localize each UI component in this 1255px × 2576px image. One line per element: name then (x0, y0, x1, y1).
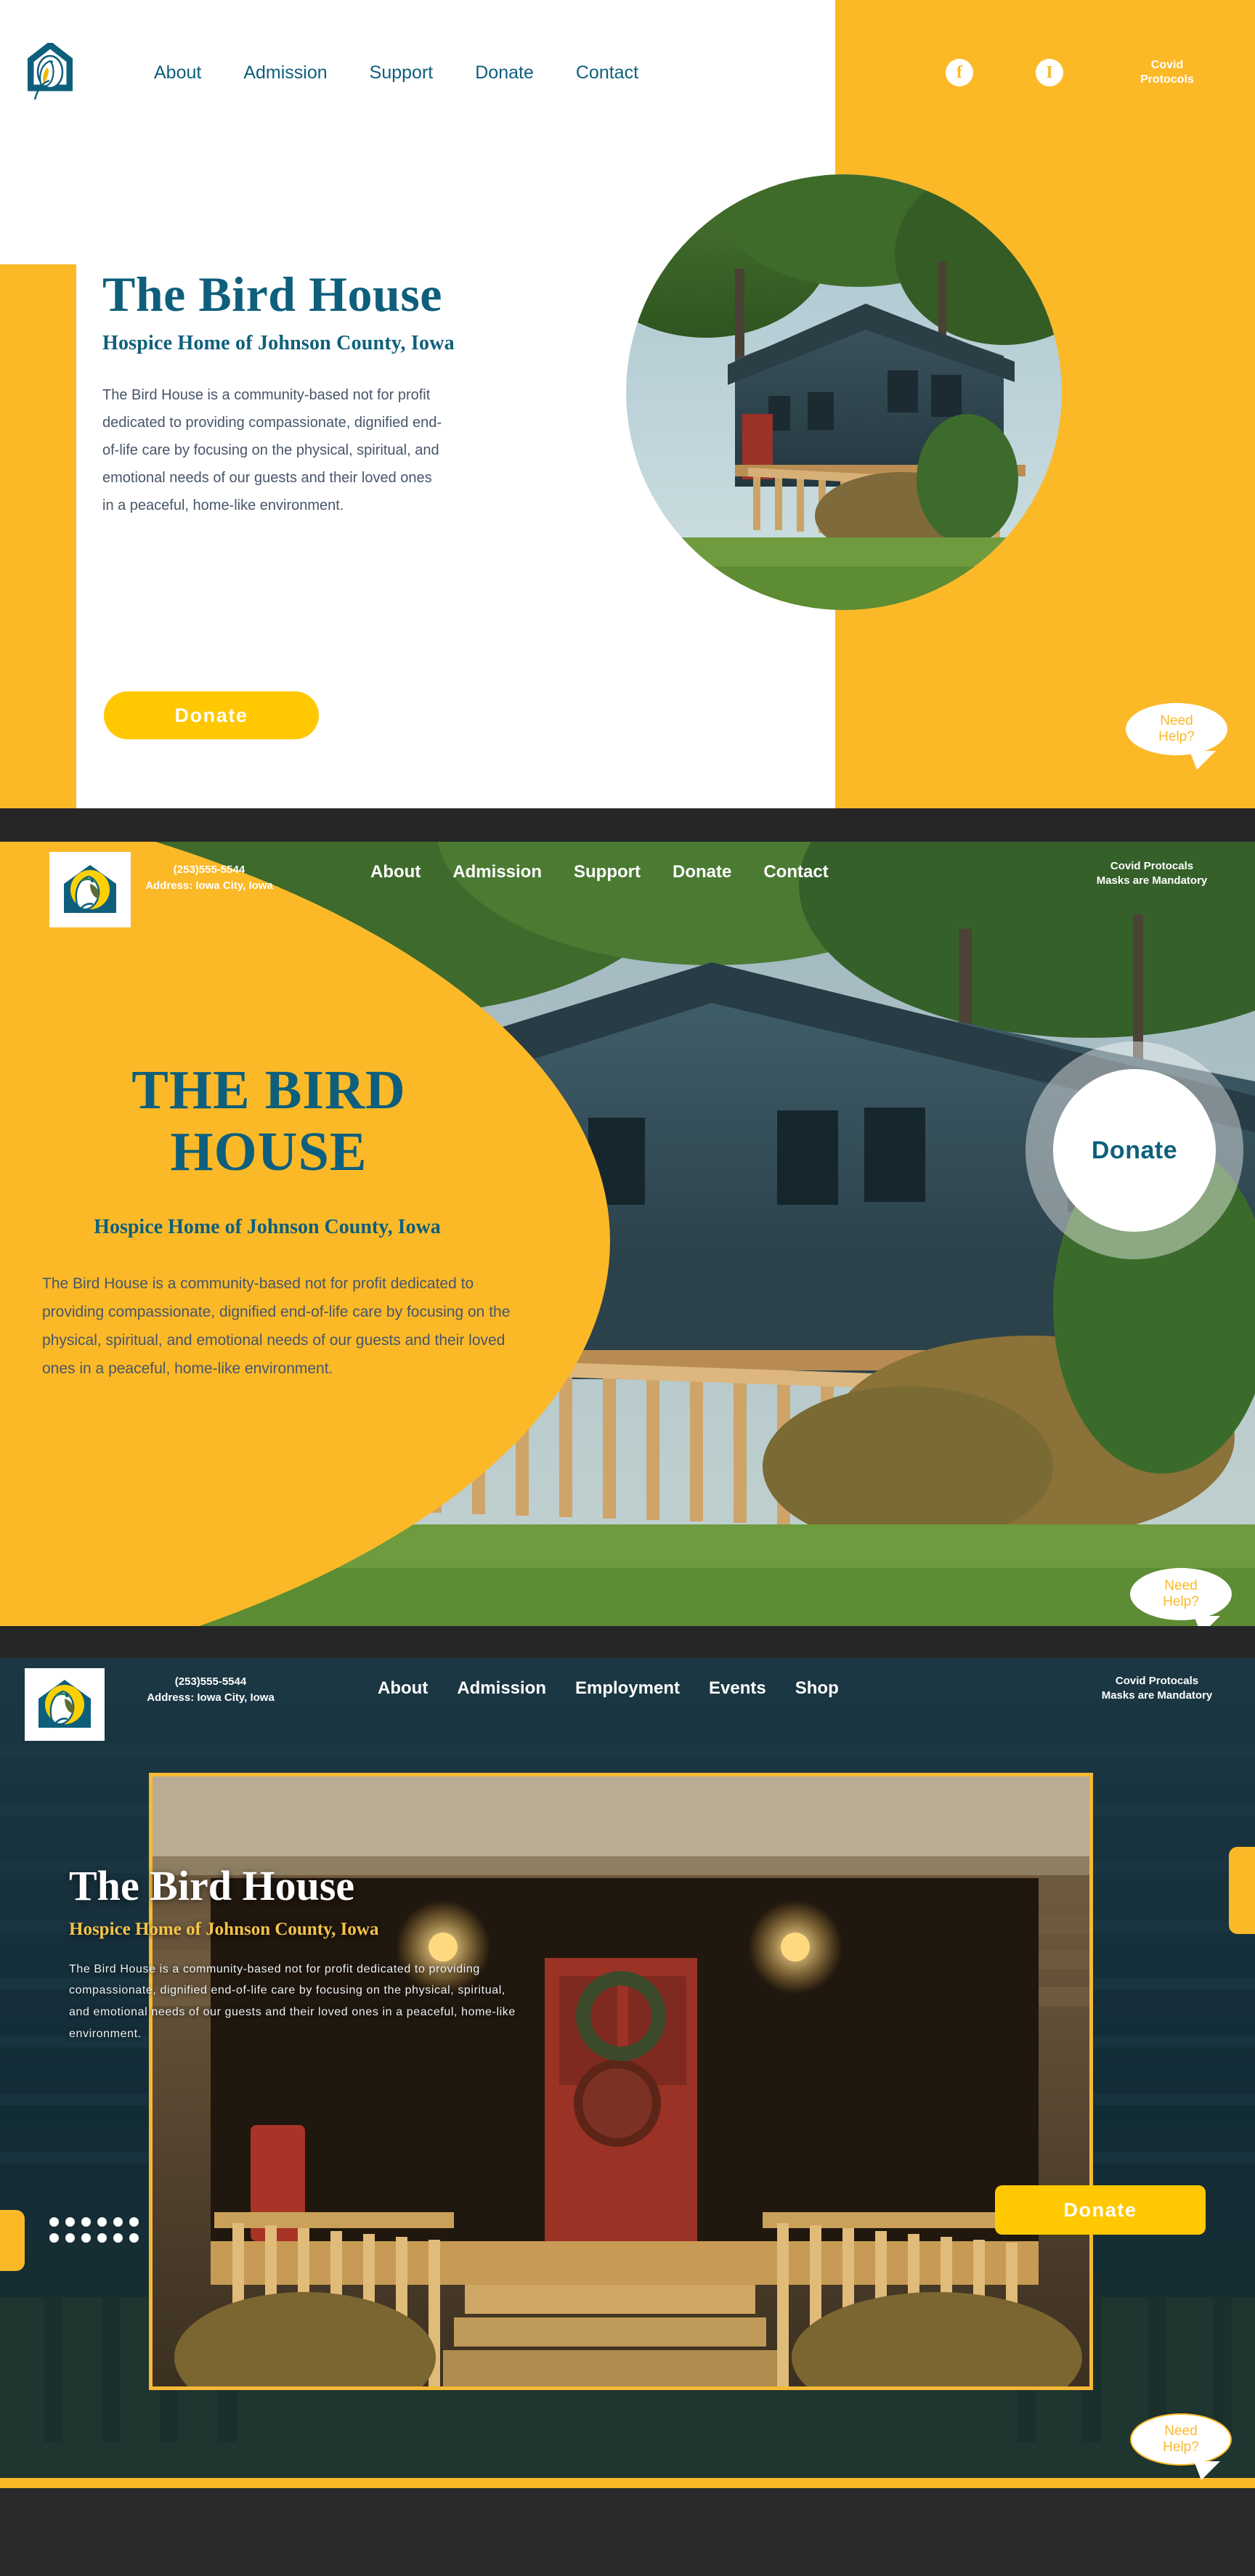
carousel-dot[interactable] (97, 2217, 107, 2227)
logo-birdhouse-icon[interactable] (27, 41, 73, 102)
need-help-widget[interactable]: Need Help? (1126, 703, 1227, 770)
covid-line-2: Masks are Mandatory (1096, 874, 1208, 887)
page-title: THE BIRD HOUSE (29, 1060, 508, 1183)
nav-item-admission[interactable]: Admission (243, 62, 327, 84)
need-help-bubble-tail (1190, 751, 1216, 770)
hero-paragraph: The Bird House is a community-based not … (69, 1962, 516, 2040)
carousel-dots[interactable] (49, 2217, 145, 2249)
nav-item-contact[interactable]: Contact (576, 62, 638, 84)
carousel-dot[interactable] (97, 2233, 107, 2243)
hero-paragraph: The Bird House is a community-based not … (42, 1275, 511, 1377)
nav-item-about[interactable]: About (370, 862, 421, 882)
left-edge-tab[interactable] (0, 2210, 25, 2271)
design-variant-3: (253)555-5544 Address: Iowa City, Iowa A… (0, 1658, 1255, 2488)
page-title: The Bird House (69, 1862, 355, 1909)
contact-info: (253)555-5544 Address: Iowa City, Iowa (129, 862, 289, 894)
nav-item-admission[interactable]: Admission (452, 862, 542, 882)
need-help-line-2: Help? (1163, 2439, 1199, 2455)
nav-item-donate[interactable]: Donate (673, 862, 731, 882)
carousel-dot[interactable] (129, 2217, 139, 2227)
need-help-line-2: Help? (1163, 1594, 1199, 1609)
covid-line-2: Protocols (1140, 73, 1194, 86)
section-divider-1 (0, 808, 1255, 842)
donate-button[interactable]: Donate (104, 691, 319, 739)
nav-item-about[interactable]: About (154, 62, 201, 84)
carousel-dot[interactable] (113, 2217, 123, 2227)
donate-button[interactable]: Donate (995, 2185, 1206, 2235)
need-help-widget[interactable]: Need Help? (1130, 1568, 1232, 1626)
donate-button[interactable]: Donate (1053, 1069, 1216, 1232)
address-line: Address: Iowa City, Iowa (145, 879, 273, 892)
carousel-dot[interactable] (81, 2233, 91, 2243)
phone-number[interactable]: (253)555-5544 (129, 862, 289, 878)
need-help-bubble-tail (1194, 2461, 1220, 2480)
address-line: Address: Iowa City, Iowa (147, 1691, 275, 1704)
title-line-2: HOUSE (170, 1121, 367, 1183)
page-subtitle: Hospice Home of Johnson County, Iowa (69, 1919, 379, 1939)
covid-line-1: Covid Protocals (1110, 860, 1194, 872)
page-subtitle: Hospice Home of Johnson County, Iowa (102, 332, 455, 355)
variant1-navbar: About Admission Support Donate Contact (0, 0, 835, 145)
carousel-dot[interactable] (49, 2233, 59, 2243)
need-help-bubble-tail (1194, 1616, 1220, 1626)
nav-item-donate[interactable]: Donate (475, 62, 534, 84)
need-help-line-1: Need (1164, 1578, 1198, 1594)
need-help-line-1: Need (1164, 2423, 1198, 2439)
need-help-bubble[interactable]: Need Help? (1126, 703, 1227, 755)
nav-item-about[interactable]: About (378, 1678, 428, 1699)
carousel-dot[interactable] (65, 2217, 75, 2227)
variant1-social-bar: f I Covid Protocols (835, 0, 1255, 145)
facebook-icon[interactable]: f (946, 59, 973, 86)
right-edge-tab[interactable] (1229, 1847, 1255, 1934)
covid-line-1: Covid Protocals (1115, 1675, 1199, 1687)
hero-paragraph: The Bird House is a community-based not … (102, 387, 442, 514)
nav-item-support[interactable]: Support (574, 862, 641, 882)
contact-info: (253)555-5544 Address: Iowa City, Iowa (131, 1674, 291, 1706)
covid-protocols-notice[interactable]: Covid Protocals Masks are Mandatory (1081, 1674, 1233, 1704)
carousel-dot[interactable] (49, 2217, 59, 2227)
carousel-dot[interactable] (65, 2233, 75, 2243)
design-mockups-page: About Admission Support Donate Contact f… (0, 0, 1255, 2488)
variant1-hero-text: The Bird House Hospice Home of Johnson C… (102, 267, 611, 519)
logo-box[interactable] (25, 1668, 105, 1741)
hero-photo-circle (626, 174, 1062, 610)
covid-line-1: Covid (1150, 59, 1184, 71)
carousel-dot[interactable] (129, 2233, 139, 2243)
page-title: The Bird House (102, 267, 442, 322)
section-divider-2 (0, 1626, 1255, 1658)
hero-left-yellow-bar (0, 264, 76, 808)
variant2-navbar: About Admission Support Donate Contact (370, 862, 829, 882)
page-subtitle: Hospice Home of Johnson County, Iowa (94, 1216, 441, 1238)
need-help-bubble[interactable]: Need Help? (1130, 2413, 1232, 2466)
nav-item-contact[interactable]: Contact (763, 862, 828, 882)
title-line-1: THE BIRD (131, 1060, 406, 1121)
nav-item-events[interactable]: Events (709, 1678, 766, 1699)
design-variant-2: (253)555-5544 Address: Iowa City, Iowa A… (0, 842, 1255, 1626)
bottom-yellow-strip (0, 2478, 1255, 2488)
need-help-line-1: Need (1160, 713, 1193, 729)
nav-item-shop[interactable]: Shop (795, 1678, 839, 1699)
design-variant-1: About Admission Support Donate Contact f… (0, 0, 1255, 808)
carousel-dot[interactable] (81, 2217, 91, 2227)
need-help-line-2: Help? (1158, 729, 1195, 744)
carousel-dot[interactable] (113, 2233, 123, 2243)
nav-item-support[interactable]: Support (370, 62, 434, 84)
covid-protocols-link[interactable]: Covid Protocols (1127, 58, 1207, 87)
covid-line-2: Masks are Mandatory (1101, 1689, 1213, 1702)
nav-item-employment[interactable]: Employment (575, 1678, 680, 1699)
logo-box[interactable] (49, 852, 131, 927)
need-help-bubble[interactable]: Need Help? (1130, 1568, 1232, 1620)
covid-protocols-notice[interactable]: Covid Protocals Masks are Mandatory (1065, 859, 1239, 889)
need-help-widget[interactable]: Need Help? (1130, 2413, 1232, 2480)
phone-number[interactable]: (253)555-5544 (131, 1674, 291, 1690)
nav-item-admission[interactable]: Admission (457, 1678, 546, 1699)
instagram-icon[interactable]: I (1036, 59, 1063, 86)
variant1-menu: About Admission Support Donate Contact (154, 62, 638, 84)
variant3-navbar: About Admission Employment Events Shop (378, 1678, 839, 1699)
variant3-hero-text: The Bird House Hospice Home of Johnson C… (69, 1863, 577, 2044)
